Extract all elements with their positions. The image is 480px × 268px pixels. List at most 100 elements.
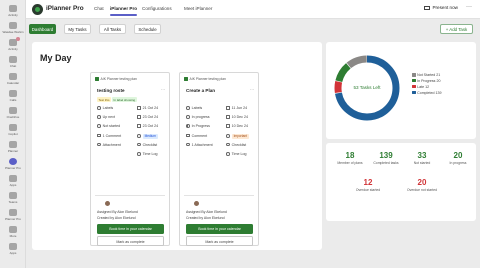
stat-tile: 20 In progress: [440, 151, 476, 165]
avatar: [193, 200, 200, 207]
book-time-button[interactable]: Book time in your calendar: [186, 224, 253, 234]
start-date-field[interactable]: 21 Oct 24: [137, 106, 158, 110]
priority-field-label: Important: [231, 133, 250, 139]
more-options-icon[interactable]: ···: [250, 87, 254, 92]
finish-date-field[interactable]: 10 Dec 24: [226, 124, 248, 128]
rail-item[interactable]: Teams: [0, 192, 26, 208]
rail-item[interactable]: Activity: [0, 5, 26, 21]
comments-field[interactable]: 1 Comment: [97, 133, 121, 138]
add-task-button[interactable]: + Add Task: [440, 24, 473, 34]
attachments-field[interactable]: Attachment: [97, 142, 121, 147]
labels-field[interactable]: Labels: [186, 106, 202, 110]
phone-icon: [9, 90, 17, 97]
stat-label: Overdue not started: [407, 188, 437, 192]
bucket-field[interactable]: Up next: [97, 115, 115, 119]
more-options-icon[interactable]: ···: [161, 87, 165, 92]
stat-value: 18: [345, 151, 355, 160]
present-now-label: Present now: [432, 5, 458, 10]
start-date-field-label: 11 Jun 24: [231, 106, 248, 110]
priority-icon: [226, 134, 230, 138]
tab-iplanner-pro[interactable]: iPlanner Pro: [110, 6, 138, 16]
checklist-field[interactable]: Checklist: [226, 142, 247, 147]
task-card[interactable]: AIK Planner testing plan Create a Plan ···…: [179, 72, 259, 246]
due-date-field[interactable]: 10 Dec 24: [226, 115, 248, 119]
finish-date-field-label: 23 Oct 24: [142, 124, 159, 129]
more-options-icon[interactable]: ···: [466, 4, 472, 10]
rail-item-label: Chat: [9, 64, 17, 68]
my-tasks-button[interactable]: My Tasks: [64, 24, 91, 34]
time-log-field[interactable]: Time Log: [137, 152, 157, 156]
rail-item[interactable]: Wasdae Workin: [0, 22, 26, 38]
legend-label: Late 12: [417, 84, 430, 89]
rail-item[interactable]: Planner: [0, 141, 26, 157]
avatar: [104, 200, 111, 207]
rail-item[interactable]: Activity: [0, 37, 26, 55]
rail-item[interactable]: Planner Pro: [0, 158, 26, 174]
legend-label: Not Started 21: [417, 73, 441, 78]
mark-complete-button[interactable]: Mark as complete: [97, 236, 164, 246]
checklist-field-label: Checklist: [142, 142, 158, 147]
time-log-field[interactable]: Time Log: [226, 152, 246, 156]
labels-field[interactable]: Labels: [97, 106, 113, 110]
bucket-field-label: Up next: [102, 115, 115, 120]
rail-item[interactable]: Copilot: [0, 124, 26, 140]
checklist-field[interactable]: Checklist: [137, 142, 158, 147]
finish-date-field[interactable]: 23 Oct 24: [137, 124, 158, 128]
legend-label: In Progress 20: [417, 78, 441, 83]
status-field[interactable]: Not started: [97, 124, 120, 128]
legend-swatch: [412, 84, 416, 89]
book-time-button[interactable]: Book time in your calendar: [97, 224, 164, 234]
tab-meet-iplanner[interactable]: Meet iPlanner: [184, 6, 212, 11]
priority-field[interactable]: Medium: [137, 133, 158, 139]
stat-label: Member of plans: [337, 161, 363, 165]
rail-item[interactable]: OneDrive: [0, 107, 26, 123]
planner-icon: [9, 141, 17, 148]
priority-field[interactable]: Important: [226, 133, 250, 139]
rail-item-label: Planner: [7, 149, 19, 153]
rail-item[interactable]: Chat: [0, 56, 26, 72]
task-card[interactable]: AIK Planner testing plan testing roste ···…: [90, 72, 170, 246]
rail-item[interactable]: Calls: [0, 90, 26, 106]
tab-chat[interactable]: Chat: [94, 6, 104, 11]
status-field[interactable]: In Progress: [186, 124, 210, 128]
task-title[interactable]: testing roste: [97, 88, 125, 93]
stat-tile: 33 Not started: [404, 151, 440, 165]
all-tasks-button[interactable]: All Tasks: [99, 24, 126, 34]
status-icon: [97, 124, 101, 128]
priority-field-label: Medium: [142, 133, 158, 139]
start-date-field[interactable]: 11 Jun 24: [226, 106, 247, 110]
attachments-field-label: Attachment: [102, 142, 121, 147]
stat-label: Overdue started: [355, 188, 381, 192]
checklist-field-label: Checklist: [231, 142, 247, 147]
rail-item[interactable]: Calendar: [0, 73, 26, 89]
checklist-icon: [137, 142, 141, 147]
attachments-field[interactable]: 1 Attachment: [186, 142, 213, 147]
present-icon: [424, 5, 431, 10]
task-title[interactable]: Create a Plan: [186, 88, 215, 93]
rail-item-label: Apps: [9, 183, 17, 187]
due-date-field-label: 23 Oct 24: [142, 115, 159, 120]
app-header: iPlanner Pro Chat iPlanner Pro Configura…: [26, 0, 480, 19]
chart-legend: Not Started 21 In Progress 20 Late 12 Compl…: [412, 73, 441, 97]
rail-item-label: Teams: [8, 200, 18, 204]
status-icon: [186, 124, 190, 128]
task-stats-panel: 18 Member of plans 139 Completed tasks 33 Not…: [326, 143, 476, 221]
mark-complete-button[interactable]: Mark as complete: [186, 236, 253, 246]
rail-item[interactable]: More: [0, 226, 26, 242]
priority-icon: [137, 134, 141, 138]
rail-item-label: Calls: [9, 98, 17, 102]
schedule-button[interactable]: Schedule: [134, 24, 161, 34]
rail-item[interactable]: Planner Pro: [0, 209, 26, 225]
teams-icon: [9, 192, 17, 199]
comments-field[interactable]: Comment: [186, 133, 207, 138]
rail-item[interactable]: Apps: [0, 175, 26, 191]
dashboard-button[interactable]: Dashboard: [29, 24, 56, 34]
grid-icon: [9, 22, 17, 29]
present-now-button[interactable]: Present now: [424, 5, 458, 10]
rail-item[interactable]: Apps: [0, 243, 26, 259]
bucket-field[interactable]: In progress: [186, 115, 210, 119]
legend-label: Completed 139: [417, 90, 442, 95]
plan-name: AIK Planner testing plan: [95, 77, 137, 82]
due-date-field[interactable]: 23 Oct 24: [137, 115, 158, 119]
tab-configurations[interactable]: Configurations: [142, 6, 172, 11]
